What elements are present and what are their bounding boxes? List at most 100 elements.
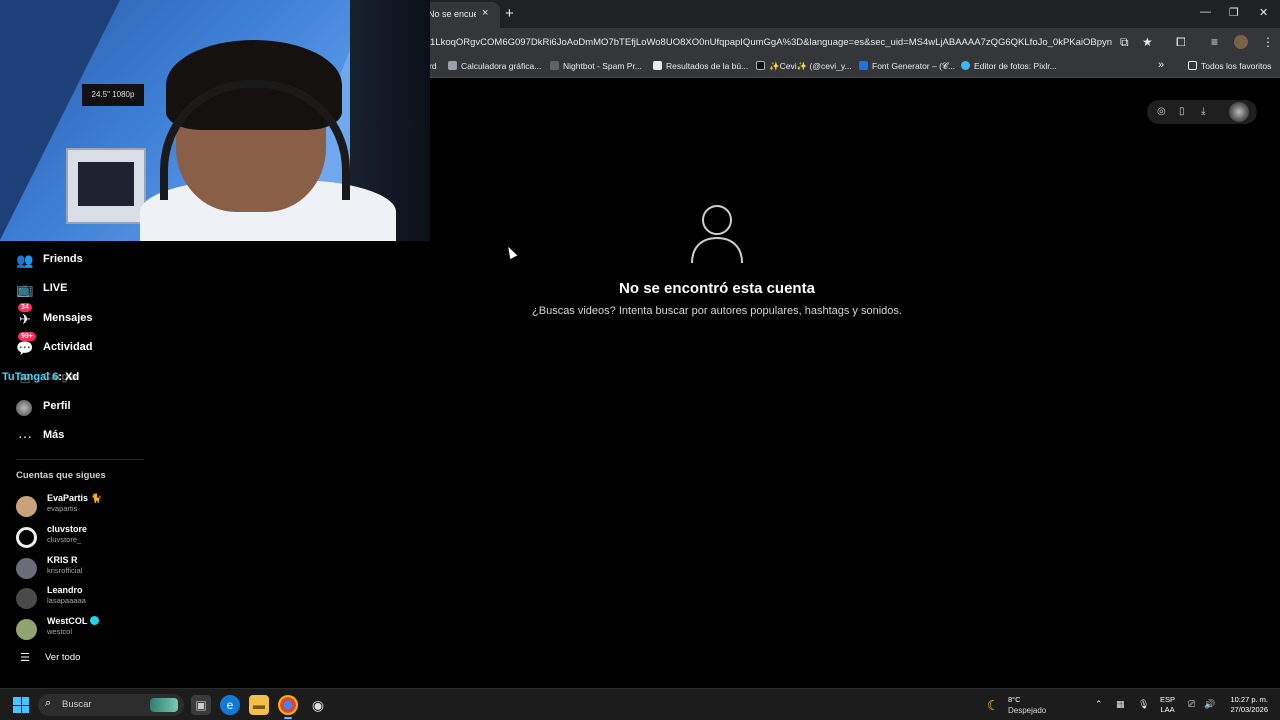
search-placeholder: Buscar — [62, 699, 92, 710]
monitor-box: 24.5" 1080p — [82, 84, 144, 106]
stream-chat-message: TuTangal 6: Xd — [2, 371, 79, 383]
nav-messages[interactable]: ✈ 34 Mensajes — [16, 303, 156, 331]
tray-overflow-icon[interactable]: ⌃ — [1095, 699, 1103, 710]
nav-more[interactable]: ··· Más — [16, 426, 156, 448]
see-all-link[interactable]: ☰ Ver todo — [16, 651, 136, 667]
pc-case-box — [66, 148, 146, 224]
clock-date: 27/03/2026 — [1230, 705, 1268, 714]
tiktok-icon — [756, 61, 765, 70]
account-name: Leandro — [47, 585, 83, 595]
extensions-icon[interactable]: ⧠ — [1176, 35, 1186, 50]
windows-taskbar: ⌕ Buscar ▣ e ▬ ◉ ☾ 8°C Despejado ⌃ ▦ 🎙 E… — [0, 688, 1280, 720]
search-icon: ⌕ — [45, 697, 52, 709]
volume-icon[interactable]: 🔊 — [1204, 699, 1215, 710]
system-clock[interactable]: 10:27 p. m. 27/03/2026 — [1222, 695, 1268, 715]
webcam-overlay: 24.5" 1080p — [0, 0, 430, 241]
activity-badge: 99+ — [18, 332, 36, 341]
bookmark-item[interactable]: Resultados de la bú... — [653, 61, 748, 71]
obs-studio-icon[interactable]: ◉ — [308, 695, 328, 715]
header-actions: ◎ ▯ ⤓ — [1147, 100, 1257, 124]
minimize-button[interactable]: — — [1200, 6, 1211, 18]
file-explorer-icon[interactable]: ▬ — [249, 695, 269, 715]
folder-icon — [1188, 61, 1197, 70]
empty-state-subtitle: ¿Buscas videos? Intenta buscar por autor… — [532, 305, 902, 317]
live-icon: 📺 — [16, 281, 34, 297]
account-name: WestCOL — [47, 616, 100, 626]
following-account[interactable]: Leandro lasapaaaaa — [16, 585, 166, 611]
input-language[interactable]: ESP LAA — [1160, 695, 1175, 715]
calculator-icon — [448, 61, 457, 70]
browser-tab-active[interactable]: No se encuentra × — [422, 2, 500, 28]
mouse-cursor-icon — [504, 244, 518, 260]
network-icon[interactable]: ⎚ — [1188, 699, 1195, 710]
close-window-button[interactable]: ✕ — [1259, 6, 1268, 19]
tab-close-icon[interactable]: × — [482, 7, 488, 19]
tray-app-icon[interactable]: ▦ — [1116, 699, 1125, 710]
avatar — [16, 496, 37, 517]
profile-avatar-icon[interactable] — [1234, 35, 1248, 49]
account-username: evapartis — [47, 504, 78, 513]
nav-live[interactable]: 📺 LIVE — [16, 279, 156, 301]
nightbot-icon — [550, 61, 559, 70]
lang-code: ESP — [1160, 695, 1176, 704]
avatar — [16, 558, 37, 579]
phone-icon[interactable]: ▯ — [1179, 106, 1185, 117]
following-account[interactable]: WestCOL westcol — [16, 616, 166, 642]
search-highlight-image — [150, 698, 178, 712]
account-name: EvaPartis 🐈 — [47, 493, 102, 503]
task-view-icon[interactable]: ▣ — [191, 695, 211, 715]
nav-label: Más — [43, 429, 65, 441]
following-account[interactable]: EvaPartis 🐈 evapartis — [16, 493, 166, 519]
microphone-icon[interactable]: 🎙 — [1138, 699, 1149, 710]
account-username: cluvstore_ — [47, 535, 82, 544]
nav-label: LIVE — [43, 282, 68, 294]
new-tab-button[interactable]: + — [505, 5, 514, 22]
user-avatar[interactable] — [1229, 102, 1249, 122]
chat-text: : Xd — [58, 371, 80, 383]
address-bar[interactable]: 1LkoqORgvCOM6G097DkRi6JoAoDmMO7bTEfjLoWo… — [430, 37, 1112, 48]
download-icon[interactable]: ⤓ — [1201, 106, 1205, 117]
pixlr-icon — [961, 61, 970, 70]
nav-profile[interactable]: Perfil — [16, 397, 156, 419]
nav-label: Mensajes — [43, 312, 93, 324]
following-heading: Cuentas que sigues — [16, 470, 106, 481]
chrome-browser-icon[interactable] — [278, 695, 298, 715]
following-account[interactable]: cluvstore cluvstore_ — [16, 524, 166, 550]
avatar — [16, 588, 37, 609]
bookmark-item[interactable]: Calculadora gráfica... — [448, 61, 541, 71]
maximize-button[interactable]: ❐ — [1229, 6, 1239, 19]
bookmark-item[interactable]: ✨Cevi✨ (@cevi_y... — [756, 61, 852, 72]
nav-friends[interactable]: 👥 Friends — [16, 250, 156, 272]
divider — [16, 459, 144, 460]
edge-browser-icon[interactable]: e — [220, 695, 240, 715]
profile-avatar-icon — [16, 400, 32, 416]
bookmark-item[interactable]: Nightbot - Spam Pr... — [550, 61, 642, 71]
account-username: westcol — [47, 627, 73, 636]
taskbar-search[interactable]: ⌕ Buscar — [38, 694, 184, 716]
account-name: KRIS R — [47, 555, 78, 565]
all-favorites-folder[interactable]: Todos los favoritos — [1188, 61, 1271, 71]
activity-icon: 💬 — [16, 340, 34, 356]
bookmarks-overflow-icon[interactable]: » — [1158, 59, 1164, 71]
weather-condition: Despejado — [1008, 706, 1047, 715]
moon-icon: ☾ — [987, 697, 1000, 713]
menu-kebab-icon[interactable]: ⋮ — [1262, 35, 1274, 49]
verified-badge-icon — [90, 616, 100, 625]
nav-activity[interactable]: 💬 99+ Actividad — [16, 332, 156, 360]
bookmark-star-icon[interactable]: ★ — [1142, 35, 1153, 49]
following-account[interactable]: KRIS R krisrofficial — [16, 555, 166, 581]
windows-start-icon[interactable] — [13, 697, 29, 713]
more-dots-icon: ··· — [18, 428, 32, 444]
clock-time: 10:27 p. m. — [1230, 695, 1268, 704]
person-outline-icon — [691, 205, 743, 263]
bookmark-item[interactable]: rd — [429, 61, 437, 71]
install-app-icon[interactable]: ⧉ — [1120, 35, 1129, 50]
bookmark-item[interactable]: Font Generator – (𝓒... — [859, 61, 955, 72]
document-icon — [653, 61, 662, 70]
nav-label: Actividad — [43, 341, 93, 353]
coins-icon[interactable]: ◎ — [1157, 106, 1166, 117]
bookmark-item[interactable]: Editor de fotos: Pixlr... — [961, 61, 1057, 71]
empty-state-title: No se encontró esta cuenta — [619, 280, 815, 297]
media-controls-icon[interactable]: ≡ — [1211, 35, 1218, 49]
list-icon: ☰ — [20, 652, 30, 664]
